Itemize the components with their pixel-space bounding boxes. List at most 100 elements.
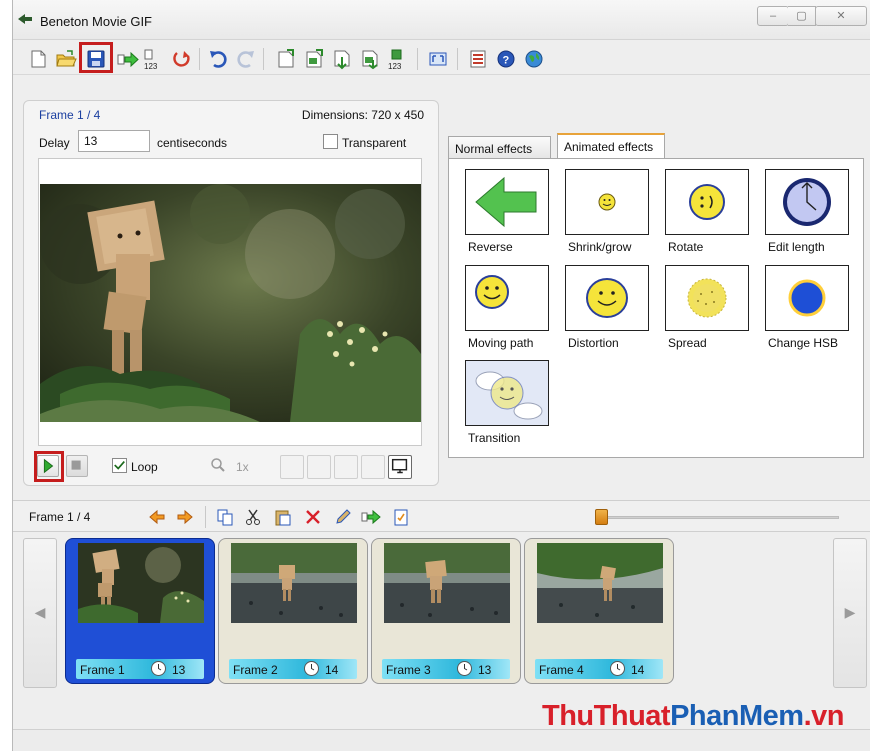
paste-icon[interactable] xyxy=(273,507,293,527)
edit-frame-icon[interactable] xyxy=(303,48,325,70)
redo-icon[interactable] xyxy=(235,48,257,70)
effect-label: Shrink/grow xyxy=(568,240,632,254)
scroll-right-button[interactable]: ▶ xyxy=(833,538,867,688)
play-highlight xyxy=(34,451,64,482)
cut-icon[interactable] xyxy=(243,507,263,527)
numbered-sequence-icon[interactable]: 123 xyxy=(143,48,165,71)
export-numbered-icon[interactable] xyxy=(117,48,139,70)
transparent-checkbox[interactable] xyxy=(323,134,338,149)
rotate-icon xyxy=(665,169,749,235)
frame-delay: 14 xyxy=(631,663,645,677)
zoom-fit-icon[interactable] xyxy=(334,455,358,479)
import-frame-icon[interactable] xyxy=(331,48,353,70)
stop-button[interactable] xyxy=(66,455,88,477)
toolbar-separator xyxy=(457,48,458,70)
zoom-in-icon[interactable] xyxy=(280,455,304,479)
svg-text:123: 123 xyxy=(388,62,402,70)
fit-screen-icon[interactable] xyxy=(427,48,449,70)
web-icon[interactable] xyxy=(523,48,545,70)
save-highlight xyxy=(79,42,113,73)
effect-label: Edit length xyxy=(768,240,825,254)
move-left-icon[interactable] xyxy=(147,507,167,527)
frame-footer: Frame 4 14 xyxy=(535,659,663,679)
app-icon xyxy=(18,14,32,24)
distortion-icon xyxy=(565,265,649,331)
add-frame-icon[interactable] xyxy=(359,48,381,70)
frame-name: Frame 3 xyxy=(386,663,431,677)
frame-delay: 13 xyxy=(172,663,186,677)
effect-reverse[interactable]: Reverse xyxy=(465,169,551,261)
frame-thumbnail xyxy=(78,543,204,623)
dimensions-label: Dimensions: 720 x 450 xyxy=(301,108,424,122)
effect-change-hsb[interactable]: Change HSB xyxy=(765,265,851,357)
svg-text:?: ? xyxy=(503,55,510,67)
delete-icon[interactable] xyxy=(303,507,323,527)
scroll-left-button[interactable]: ◀ xyxy=(23,538,57,688)
loop-checkbox[interactable] xyxy=(112,458,127,473)
effect-shrink-grow[interactable]: Shrink/grow xyxy=(565,169,651,261)
frame-delay: 14 xyxy=(325,663,339,677)
insert-frame-icon[interactable] xyxy=(275,48,297,70)
reload-icon[interactable] xyxy=(171,48,193,70)
frame-footer: Frame 2 14 xyxy=(229,659,357,679)
svg-text:123: 123 xyxy=(144,62,158,70)
zoom-original-icon[interactable] xyxy=(361,455,385,479)
help-icon[interactable]: ? xyxy=(495,48,517,70)
loop-label: Loop xyxy=(131,460,158,474)
new-file-icon[interactable] xyxy=(27,48,49,70)
maximize-button[interactable]: ▢ xyxy=(788,6,816,26)
edit-pencil-icon[interactable] xyxy=(333,507,353,527)
moving-path-icon xyxy=(465,265,549,331)
export-frame-icon[interactable] xyxy=(361,507,381,527)
effect-moving-path[interactable]: Moving path xyxy=(465,265,551,357)
effect-label: Moving path xyxy=(468,336,534,350)
frame-card-3[interactable]: Frame 3 13 xyxy=(371,538,521,684)
window-title: Beneton Movie GIF xyxy=(40,14,152,29)
watermark-part1: ThuThuat xyxy=(542,700,671,732)
toolbar-separator xyxy=(263,48,264,70)
numbered-frames-icon[interactable]: 123 xyxy=(387,48,409,71)
clock-icon xyxy=(610,661,625,676)
move-right-icon[interactable] xyxy=(175,507,195,527)
properties-icon[interactable] xyxy=(467,48,489,70)
tab-normal-effects[interactable]: Normal effects xyxy=(448,136,551,158)
frame-footer: Frame 3 13 xyxy=(382,659,510,679)
frame-slider-track[interactable] xyxy=(601,516,839,519)
frames-toolbar: Frame 1 / 4 xyxy=(13,500,870,532)
frame-delay: 13 xyxy=(478,663,492,677)
select-frame-icon[interactable] xyxy=(391,507,411,527)
change-hsb-icon xyxy=(765,265,849,331)
effect-edit-length[interactable]: Edit length xyxy=(765,169,851,261)
undo-icon[interactable] xyxy=(207,48,229,70)
preview-image xyxy=(40,184,421,422)
clock-icon xyxy=(457,661,472,676)
effect-label: Spread xyxy=(668,336,707,350)
open-folder-icon[interactable] xyxy=(55,48,77,70)
frame-card-2[interactable]: Frame 2 14 xyxy=(218,538,368,684)
effect-rotate[interactable]: Rotate xyxy=(665,169,751,261)
effect-transition[interactable]: Transition xyxy=(465,360,551,452)
frame-card-1[interactable]: Frame 1 13 xyxy=(65,538,215,684)
frame-card-4[interactable]: Frame 4 14 xyxy=(524,538,674,684)
copy-icon[interactable] xyxy=(215,507,235,527)
title-bar: Beneton Movie GIF – ▢ ✕ xyxy=(13,0,870,40)
frame-slider-thumb[interactable] xyxy=(595,509,608,525)
watermark-part2: PhanMem xyxy=(670,700,804,732)
delay-label: Delay xyxy=(39,136,70,150)
preview-frame-label: Frame 1 / 4 xyxy=(39,108,101,122)
zoom-out-icon[interactable] xyxy=(307,455,331,479)
tab-animated-effects[interactable]: Animated effects xyxy=(557,133,665,159)
fullscreen-monitor-icon[interactable] xyxy=(388,455,412,479)
effect-spread[interactable]: Spread xyxy=(665,265,751,357)
spread-icon xyxy=(665,265,749,331)
effect-distortion[interactable]: Distortion xyxy=(565,265,651,357)
preview-panel: Frame 1 / 4 Dimensions: 720 x 450 Delay … xyxy=(23,100,439,486)
minimize-button[interactable]: – xyxy=(757,6,789,26)
delay-input[interactable]: 13 xyxy=(78,130,150,152)
frame-name: Frame 2 xyxy=(233,663,278,677)
close-button[interactable]: ✕ xyxy=(815,6,867,26)
effect-label: Change HSB xyxy=(768,336,839,350)
toolbar-separator xyxy=(417,48,418,70)
transition-icon xyxy=(465,360,549,426)
frames-frame-label: Frame 1 / 4 xyxy=(29,510,91,524)
